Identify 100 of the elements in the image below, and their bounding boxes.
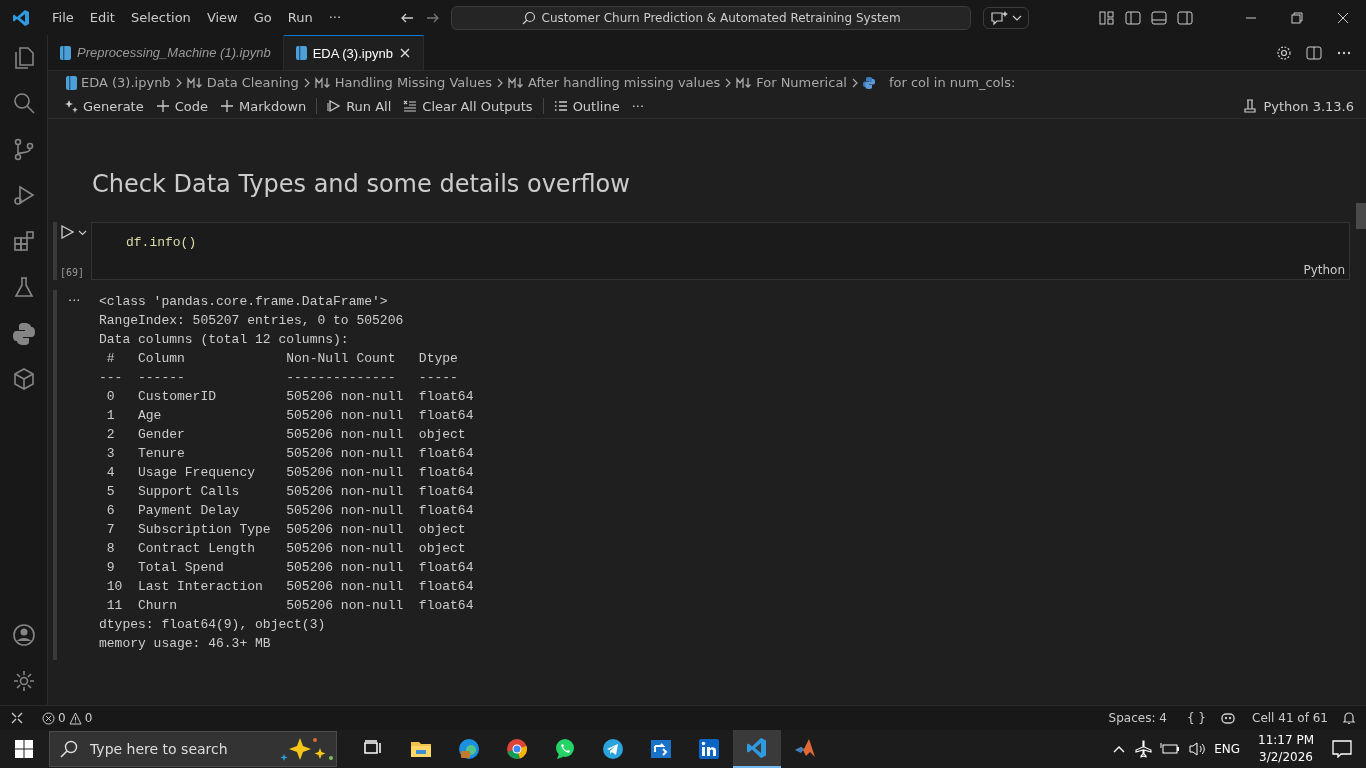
vscode-logo-icon	[746, 737, 768, 759]
python-logo-icon	[862, 76, 875, 89]
output-line: memory usage: 46.3+ MB	[99, 635, 272, 653]
output-line: <class 'pandas.core.frame.DataFrame'>	[99, 293, 389, 311]
sparkle-icon	[278, 736, 336, 762]
notebook-file-icon	[295, 46, 307, 60]
warning-count: 0	[84, 711, 93, 725]
output-line: 1 Age 505206 non-null float64	[105, 407, 474, 425]
output-line: --- ------ -------------- -----	[99, 369, 459, 387]
package-icon[interactable]	[11, 367, 36, 391]
battery-charging-icon[interactable]	[1160, 742, 1181, 756]
markdown-icon	[736, 76, 753, 89]
telegram-icon	[602, 738, 624, 760]
code-cell-editor[interactable]: df.info() Python	[91, 222, 1350, 280]
toolbar-button[interactable]: Markdown	[214, 95, 313, 117]
output-line: 7 Subscription Type 505206 non-null object	[105, 521, 467, 539]
breadcrumb-item[interactable]: After handling missing values	[527, 75, 721, 90]
restore-icon[interactable]	[1289, 9, 1305, 26]
menu-item[interactable]: Run	[279, 5, 321, 30]
bell-icon[interactable]	[1342, 711, 1356, 725]
toolbar-button[interactable]: Code	[149, 95, 214, 117]
airplane-icon[interactable]	[1134, 740, 1153, 758]
linkedin-icon	[698, 738, 720, 760]
layout-grid-icon[interactable]	[1099, 9, 1115, 26]
menu-item[interactable]: View	[198, 5, 246, 30]
whatsapp-icon	[554, 738, 576, 760]
scrollbar-thumb[interactable]	[1356, 203, 1366, 229]
error-count: 0	[58, 711, 66, 725]
remote-icon[interactable]	[10, 711, 24, 725]
menu-item[interactable]: Go	[245, 5, 280, 30]
output-line: 3 Tenure 505206 non-null float64	[105, 445, 474, 463]
plus-icon	[220, 99, 234, 113]
run-all-icon	[327, 99, 342, 113]
output-line: 5 Support Calls 505206 non-null float64	[105, 483, 474, 501]
code-line: df.info()	[126, 235, 197, 250]
volume-icon[interactable]	[1188, 741, 1207, 757]
breadcrumb-item[interactable]: Data Cleaning	[206, 75, 299, 90]
input-language-indicator[interactable]: ENG	[1214, 742, 1240, 756]
sidebar-left-icon[interactable]	[1125, 9, 1141, 26]
list-icon	[553, 99, 568, 113]
kernel-picker[interactable]: Python 3.13.6	[1243, 98, 1354, 114]
execution-count: [69]	[60, 267, 86, 278]
cell-language-label[interactable]: Python	[1303, 263, 1345, 277]
panel-bottom-icon[interactable]	[1151, 9, 1167, 26]
language-status[interactable]: { }	[1180, 711, 1212, 725]
indentation-status[interactable]: Spaces: 4	[1102, 711, 1173, 725]
toolbar-button[interactable]: Clear All Outputs	[397, 95, 539, 117]
problems-indicator[interactable]: 0 0	[36, 711, 99, 725]
python-logo-icon[interactable]	[11, 321, 36, 345]
kernel-icon	[1243, 99, 1258, 113]
split-editor-icon[interactable]	[1306, 44, 1322, 61]
sidebar-right-icon[interactable]	[1177, 9, 1193, 26]
chat-sparkle-icon	[990, 9, 1009, 26]
chevron-right-icon	[495, 77, 504, 88]
more-button[interactable]: ···	[625, 95, 651, 117]
toolbar-button[interactable]: Generate	[58, 95, 150, 117]
menu-item[interactable]: File	[44, 5, 82, 30]
markdown-icon	[314, 76, 331, 89]
command-search-field[interactable]: Customer Churn Prediction & Automated Retraining System	[451, 5, 972, 30]
breadcrumb-item[interactable]: for col in num_cols:	[888, 75, 1016, 90]
editor-tab[interactable]: EDA (3).ipynb	[283, 35, 424, 70]
search-icon[interactable]	[11, 91, 36, 115]
output-line: # Column Non-Null Count Dtype	[105, 350, 459, 368]
toolbar-button[interactable]: Outline	[547, 95, 626, 117]
cell-position-status[interactable]: Cell 41 of 61	[1246, 711, 1334, 725]
clock[interactable]: 11:17 PM 3/2/2026	[1258, 732, 1314, 766]
run-debug-icon[interactable]	[11, 183, 36, 207]
extensions-icon[interactable]	[11, 229, 36, 253]
close-icon[interactable]	[398, 47, 411, 59]
run-cell-icon[interactable]	[60, 225, 74, 239]
chat-button[interactable]	[983, 6, 1030, 29]
output-line: 2 Gender 505206 non-null object	[105, 426, 467, 444]
toolbar-button[interactable]: Run All	[321, 95, 398, 117]
markdown-icon	[507, 76, 524, 89]
notifications-icon[interactable]	[1332, 740, 1352, 758]
notebook-file-icon	[60, 45, 71, 60]
chevron-right-icon	[302, 77, 311, 88]
output-line: 4 Usage Frequency 505206 non-null float64	[105, 464, 474, 482]
remote-desktop-icon	[650, 738, 672, 760]
chevron-right-icon	[174, 77, 183, 88]
taskbar-search-field[interactable]: Type here to search	[49, 731, 337, 767]
breadcrumb-item[interactable]: For Numerical	[756, 75, 847, 90]
output-line: 8 Contract Length 505206 non-null object	[105, 540, 467, 558]
vscode-logo-icon	[12, 8, 30, 27]
account-icon[interactable]	[11, 623, 36, 647]
output-menu[interactable]: ···	[68, 293, 81, 308]
copilot-icon[interactable]	[1220, 711, 1236, 725]
breadcrumb-item[interactable]: Handling Missing Values	[334, 75, 492, 90]
breadcrumb-item[interactable]: EDA (3).ipynb	[81, 75, 171, 90]
chevron-right-icon	[724, 77, 733, 88]
edge-browser-icon	[458, 738, 480, 760]
menu-item[interactable]: ···	[320, 5, 350, 30]
output-line: 0 CustomerID 505206 non-null float64	[105, 388, 474, 406]
notebook-file-icon	[66, 75, 77, 90]
menu-item[interactable]: Edit	[81, 5, 123, 30]
output-line: dtypes: float64(9), object(3)	[99, 616, 327, 634]
menu-item[interactable]: Selection	[122, 5, 199, 30]
search-icon	[521, 10, 536, 25]
output-line: 11 Churn 505206 non-null float64	[105, 597, 474, 615]
markdown-heading: Check Data Types and some details overflow	[92, 169, 631, 199]
